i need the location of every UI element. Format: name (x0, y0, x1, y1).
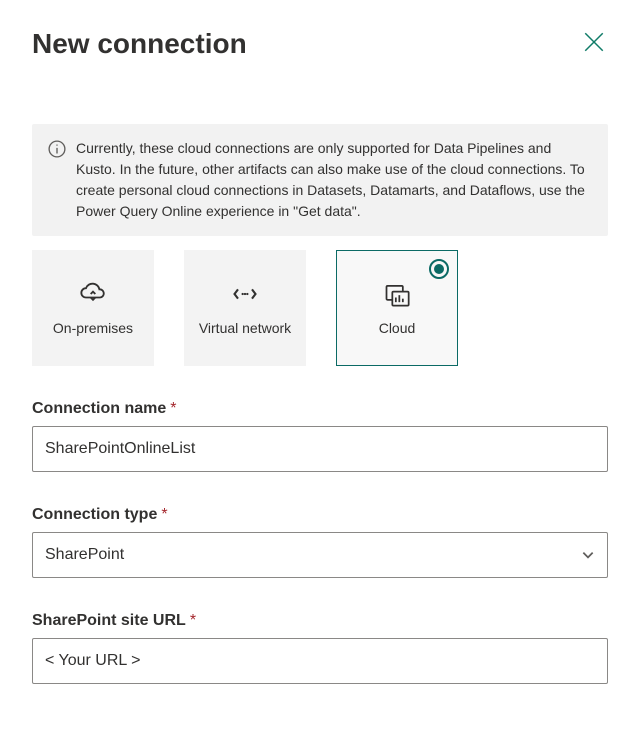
network-icon (231, 280, 259, 308)
tile-cloud[interactable]: Cloud (336, 250, 458, 366)
field-connection-name: Connection name* (32, 400, 608, 472)
info-banner: Currently, these cloud connections are o… (32, 124, 608, 236)
required-marker: * (190, 612, 196, 629)
panel-content: Currently, these cloud connections are o… (0, 124, 640, 684)
cloud-report-icon (383, 280, 411, 308)
tile-label: Cloud (373, 320, 422, 337)
field-label: Connection name* (32, 400, 608, 418)
chevron-down-icon (581, 548, 595, 562)
field-site-url: SharePoint site URL* (32, 612, 608, 684)
tile-label: On-premises (47, 320, 139, 337)
connection-name-input[interactable] (32, 426, 608, 472)
connection-type-select[interactable]: SharePoint (32, 532, 608, 578)
selected-indicator-icon (429, 259, 449, 279)
field-label: Connection type* (32, 506, 608, 524)
info-text: Currently, these cloud connections are o… (76, 138, 592, 222)
tile-virtual-network[interactable]: Virtual network (184, 250, 306, 366)
panel-title: New connection (32, 28, 247, 60)
gateway-type-tiles: On-premises Virtual network (32, 250, 608, 366)
site-url-input[interactable] (32, 638, 608, 684)
field-label: SharePoint site URL* (32, 612, 608, 630)
cloud-sync-icon (79, 280, 107, 308)
close-button[interactable] (580, 30, 608, 58)
required-marker: * (170, 400, 176, 417)
field-connection-type: Connection type* SharePoint (32, 506, 608, 578)
label-text: Connection name (32, 400, 166, 417)
close-icon (584, 32, 604, 57)
label-text: Connection type (32, 506, 157, 523)
tile-label: Virtual network (193, 320, 297, 337)
required-marker: * (161, 506, 167, 523)
panel-header: New connection (0, 0, 640, 68)
info-icon (48, 140, 66, 158)
label-text: SharePoint site URL (32, 612, 186, 629)
select-value: SharePoint (45, 546, 124, 564)
tile-on-premises[interactable]: On-premises (32, 250, 154, 366)
